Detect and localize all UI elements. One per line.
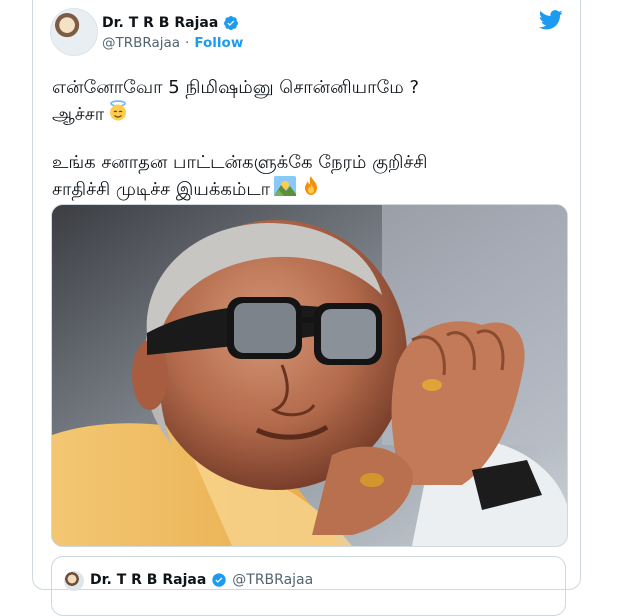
tweet-line-4: சாதிச்சி முடிச்ச இயக்கம்டா	[52, 179, 271, 200]
tweet-text: என்னோவோ 5 நிமிஷம்னு சொன்னியாமே ? ஆச்சா உ…	[52, 76, 567, 202]
author-handle[interactable]: @TRBRajaa	[102, 35, 180, 51]
quoted-verified-badge-icon	[212, 573, 226, 587]
author-name-row: Dr. T R B Rajaa	[102, 13, 239, 33]
tweet-line-2: ஆச்சா	[52, 104, 105, 125]
tweet-photo[interactable]	[51, 204, 568, 547]
innocent-face-emoji-icon	[110, 100, 127, 121]
fire-emoji-icon	[305, 176, 318, 195]
tweet-line-1: என்னோவோ 5 நிமிஷம்னு சொன்னியாமே ?	[52, 77, 420, 98]
quoted-author-name: Dr. T R B Rajaa	[90, 572, 207, 588]
author-handle-row: @TRBRajaa · Follow	[102, 34, 243, 52]
quoted-author-row: Dr. T R B Rajaa @TRBRajaa	[90, 572, 313, 588]
quoted-author-handle: @TRBRajaa	[232, 572, 314, 588]
quoted-tweet[interactable]: Dr. T R B Rajaa @TRBRajaa	[51, 556, 566, 616]
sunrise-over-mountains-emoji-icon	[274, 176, 297, 196]
follow-button[interactable]: Follow	[194, 35, 243, 51]
portrait-photo-image	[52, 205, 567, 546]
tweet-card[interactable]: Dr. T R B Rajaa @TRBRajaa · Follow என்னோ…	[32, 0, 581, 616]
quoted-author-avatar	[64, 571, 84, 591]
author-display-name[interactable]: Dr. T R B Rajaa	[102, 15, 218, 31]
tweet-line-3: உங்க சனாதன பாட்டன்களுக்கே நேரம் குறிச்சி	[52, 152, 428, 173]
verified-badge-icon	[224, 16, 239, 31]
twitter-bird-icon[interactable]	[539, 9, 563, 31]
author-avatar[interactable]	[50, 8, 98, 56]
separator-dot: ·	[185, 35, 190, 51]
